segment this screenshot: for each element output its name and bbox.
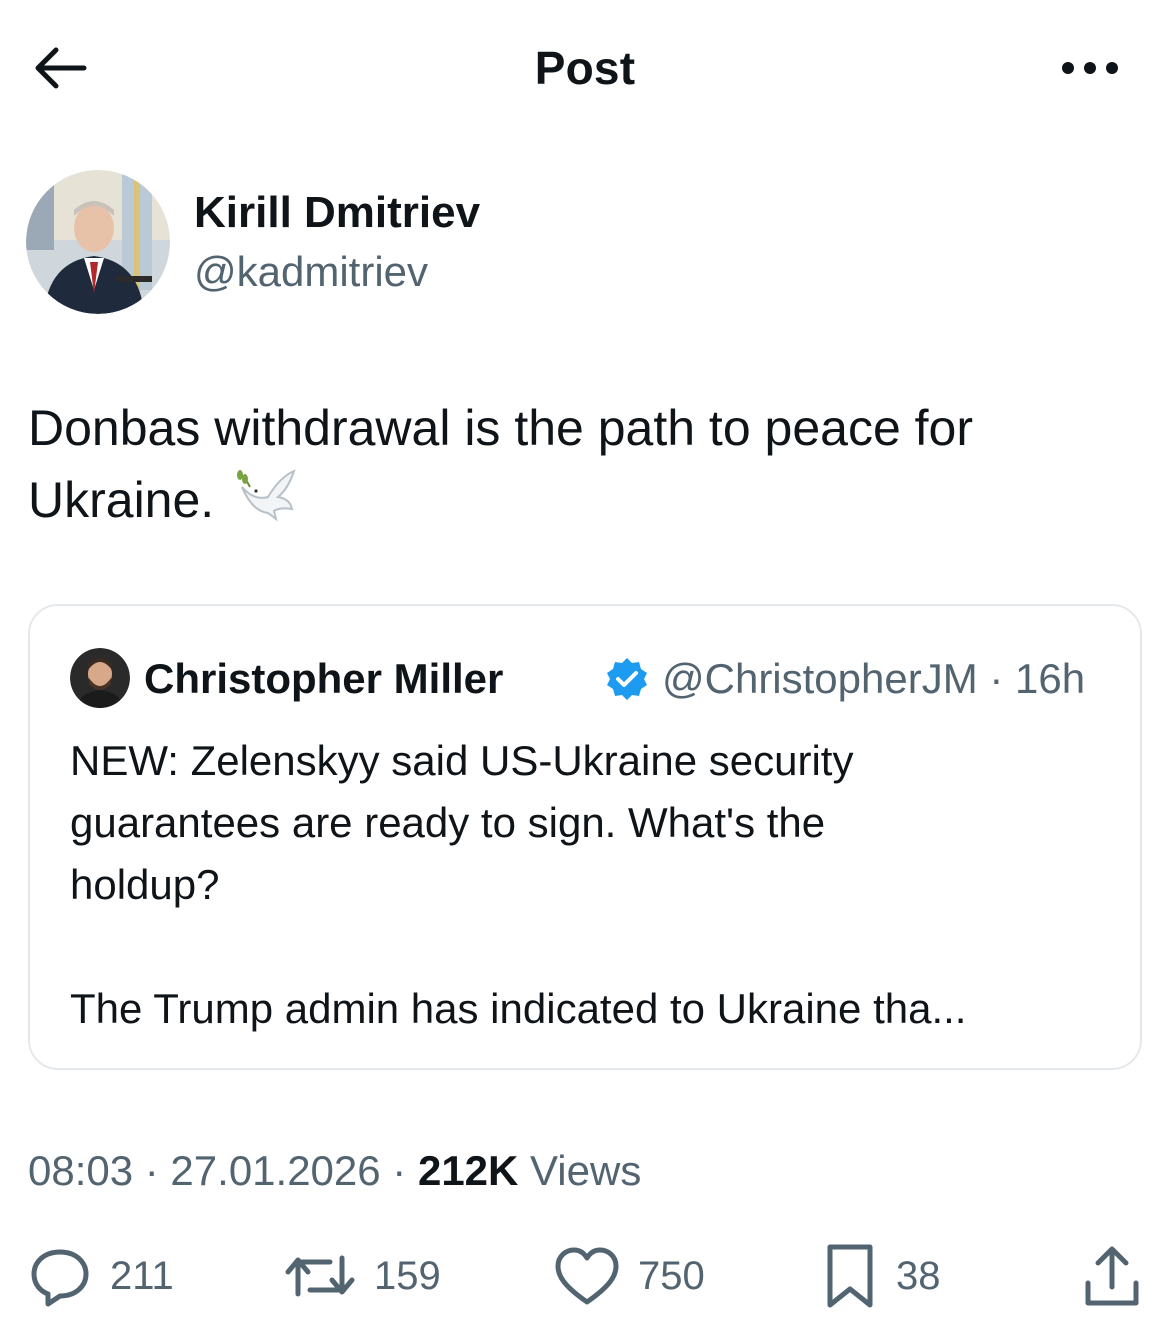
bookmark-button[interactable]: 38 [822, 1236, 941, 1316]
reply-button[interactable]: 211 [28, 1236, 174, 1316]
action-bar: 211 159 750 38 [0, 1236, 1170, 1316]
post-text-line: Ukraine. [28, 472, 215, 528]
top-bar: Post [0, 0, 1170, 140]
views-count[interactable]: 212K [418, 1147, 518, 1194]
views-label: Views [518, 1147, 642, 1194]
quoted-author-name: Christopher Miller [144, 655, 504, 702]
share-button[interactable] [1082, 1236, 1142, 1316]
share-icon [1085, 1246, 1139, 1306]
quoted-handle-time: @ChristopherJM · 16h [662, 655, 1086, 702]
reply-icon [31, 1249, 89, 1307]
repost-button[interactable]: 159 [284, 1236, 441, 1316]
quoted-author-avatar [70, 648, 130, 708]
quoted-text-line: NEW: Zelenskyy said US-Ukraine security [70, 737, 854, 784]
post-page: Post Kirill Dmitriev @kadmitriev Donbas … [0, 0, 1170, 1341]
quoted-post-header: Christopher Miller @ChristopherJM · 16h [70, 648, 1110, 710]
quoted-text-line: guarantees are ready to sign. What's the [70, 799, 826, 846]
repost-count: 159 [374, 1254, 441, 1298]
author-name[interactable]: Kirill Dmitriev [194, 186, 480, 240]
post-author: Kirill Dmitriev @kadmitriev [26, 170, 1136, 314]
reply-count: 211 [110, 1254, 174, 1298]
verified-badge-icon [607, 658, 647, 700]
like-count: 750 [638, 1254, 705, 1298]
post-text-line: Donbas withdrawal is the path to peace f… [28, 400, 973, 456]
like-button[interactable]: 750 [554, 1236, 705, 1316]
quoted-text-line: The Trump admin has indicated to Ukraine… [70, 985, 967, 1032]
post-timestamp: 08:03 · 27.01.2026 · [28, 1147, 418, 1194]
more-options-button[interactable] [1050, 40, 1130, 96]
heart-icon [555, 1247, 619, 1305]
author-handle[interactable]: @kadmitriev [194, 246, 428, 298]
bookmark-count: 38 [896, 1254, 941, 1298]
repost-icon [285, 1255, 355, 1297]
bookmark-icon [827, 1244, 873, 1308]
quoted-post[interactable]: Christopher Miller @ChristopherJM · 16h … [28, 604, 1142, 1070]
quoted-text-line: holdup? [70, 861, 220, 908]
more-horizontal-icon [1062, 62, 1118, 74]
quoted-post-text: NEW: Zelenskyy said US-Ukraine security … [70, 730, 1110, 1040]
dove-icon [234, 467, 300, 544]
author-avatar[interactable] [26, 170, 170, 314]
author-photo [26, 170, 170, 314]
post-text: Donbas withdrawal is the path to peace f… [28, 392, 1138, 544]
post-meta: 08:03 · 27.01.2026 · 212K Views [28, 1144, 641, 1198]
page-title: Post [534, 42, 636, 94]
